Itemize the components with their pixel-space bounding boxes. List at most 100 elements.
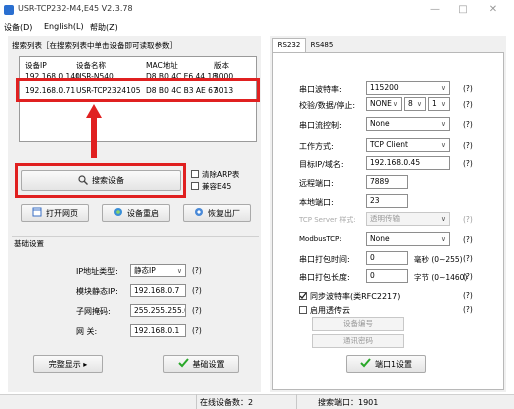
comm-password-field[interactable]: 通讯密码 bbox=[312, 334, 404, 348]
checkmark-icon bbox=[360, 358, 371, 370]
search-device-button[interactable]: 搜索设备 bbox=[21, 170, 181, 191]
window-title: USR-TCP232-M4,E45 V2.3.78 bbox=[18, 4, 133, 13]
web-page-icon bbox=[32, 207, 42, 219]
target-ip-field[interactable]: 192.168.0.45 bbox=[366, 156, 450, 170]
flow-control-select[interactable]: None ∨ bbox=[366, 117, 450, 131]
cloud-checkbox[interactable] bbox=[299, 306, 307, 314]
close-button[interactable]: ✕ bbox=[482, 3, 504, 17]
pack-length-help[interactable]: (?) bbox=[463, 272, 473, 281]
server-style-help[interactable]: (?) bbox=[463, 215, 473, 224]
reset-icon bbox=[194, 207, 204, 219]
menu-device[interactable]: 设备(D) bbox=[4, 22, 32, 33]
open-web-label: 打开网页 bbox=[46, 208, 78, 218]
gateway-field[interactable]: 192.168.0.1 bbox=[130, 324, 186, 337]
ip-type-select[interactable]: 静态IP ∨ bbox=[130, 264, 186, 277]
ip-type-help[interactable]: (?) bbox=[192, 266, 202, 275]
chevron-down-icon: ∨ bbox=[176, 267, 182, 275]
ip-type-value: 静态IP bbox=[134, 266, 156, 275]
pack-length-unit: 字节 (0~1460) bbox=[414, 273, 468, 282]
compat-e45-label: 兼容E45 bbox=[202, 182, 232, 191]
parity-select[interactable]: NONE ∨ bbox=[366, 97, 402, 111]
work-mode-help[interactable]: (?) bbox=[463, 141, 473, 150]
baud-rate-label: 串口波特率: bbox=[299, 85, 342, 94]
sync-baud-label: 同步波特率(类RFC2217) bbox=[310, 292, 401, 301]
pack-time-help[interactable]: (?) bbox=[463, 254, 473, 263]
search-button-label: 搜索设备 bbox=[92, 176, 124, 185]
sync-baud-help[interactable]: (?) bbox=[463, 291, 473, 300]
local-port-field[interactable]: 23 bbox=[366, 194, 408, 208]
subnet-mask-field[interactable]: 255.255.255.0 bbox=[130, 304, 186, 317]
modbus-help[interactable]: (?) bbox=[463, 235, 473, 244]
open-web-button[interactable]: 打开网页 bbox=[21, 204, 89, 222]
factory-reset-label: 恢复出厂 bbox=[208, 208, 240, 218]
menu-bar: 设备(D) English(L) 帮助(Z) bbox=[0, 22, 514, 34]
maximize-button[interactable]: □ bbox=[452, 3, 474, 17]
tab-rs485[interactable]: RS485 bbox=[306, 40, 338, 52]
target-ip-help[interactable]: (?) bbox=[463, 159, 473, 168]
gateway-help[interactable]: (?) bbox=[192, 326, 202, 335]
basic-group-divider bbox=[12, 236, 259, 237]
parity-label: 校验/数据/停止: bbox=[299, 101, 356, 110]
work-mode-label: 工作方式: bbox=[299, 142, 334, 151]
red-arrow-icon bbox=[86, 104, 102, 158]
online-count: 在线设备数：2 bbox=[200, 398, 254, 407]
work-mode-value: TCP Client bbox=[370, 140, 408, 149]
flow-control-value: None bbox=[370, 119, 390, 128]
basic-settings-group-label: 基础设置 bbox=[14, 238, 47, 249]
chevron-down-icon: ∨ bbox=[392, 100, 398, 108]
minimize-button[interactable]: — bbox=[424, 3, 446, 17]
stop-bits-select[interactable]: 1 ∨ bbox=[428, 97, 450, 111]
title-bar: USR-TCP232-M4,E45 V2.3.78 — □ ✕ bbox=[0, 0, 514, 22]
data-bits-select[interactable]: 8 ∨ bbox=[404, 97, 426, 111]
gateway-label: 网 关: bbox=[76, 327, 98, 336]
menu-help[interactable]: 帮助(Z) bbox=[90, 22, 118, 33]
remote-port-field[interactable]: 7889 bbox=[366, 175, 408, 189]
cloud-help[interactable]: (?) bbox=[463, 305, 473, 314]
pack-time-unit: 毫秒 (0~255) bbox=[414, 255, 463, 264]
static-ip-label: 模块静态IP: bbox=[76, 287, 118, 296]
status-bar bbox=[0, 394, 514, 409]
factory-reset-button[interactable]: 恢复出厂 bbox=[183, 204, 251, 222]
static-ip-help[interactable]: (?) bbox=[192, 286, 202, 295]
compat-e45-checkbox[interactable] bbox=[191, 182, 199, 190]
pack-length-field[interactable]: 0 bbox=[366, 269, 408, 283]
modbus-select[interactable]: None ∨ bbox=[366, 232, 450, 246]
clear-arp-label: 清除ARP表 bbox=[202, 170, 240, 179]
subnet-mask-help[interactable]: (?) bbox=[192, 306, 202, 315]
restart-icon bbox=[113, 207, 123, 219]
pack-time-field[interactable]: 0 bbox=[366, 251, 408, 265]
restart-label: 设备重启 bbox=[127, 208, 159, 218]
flow-control-help[interactable]: (?) bbox=[463, 120, 473, 129]
menu-english[interactable]: English(L) bbox=[44, 22, 84, 31]
baud-rate-value: 115200 bbox=[370, 83, 399, 92]
remote-port-label: 远程端口: bbox=[299, 179, 334, 188]
search-list-label: 搜索列表［在搜索列表中单击设备即可读取参数］ bbox=[12, 41, 177, 50]
search-port-status: 搜索端口：1901 bbox=[318, 398, 379, 407]
clear-arp-checkbox[interactable] bbox=[191, 170, 199, 178]
chevron-down-icon: ∨ bbox=[440, 141, 446, 149]
full-display-button[interactable]: 完整显示 ▸ bbox=[33, 355, 103, 373]
parity-value: NONE bbox=[370, 99, 392, 108]
baud-rate-select[interactable]: 115200 ∨ bbox=[366, 81, 450, 95]
row-highlight-box bbox=[16, 78, 260, 102]
modbus-label: ModbusTCP: bbox=[299, 235, 342, 243]
basic-settings-label: 基础设置 bbox=[192, 359, 225, 369]
server-style-value: 透明传输 bbox=[370, 214, 400, 223]
port-settings-button[interactable]: 端口1设置 bbox=[346, 355, 426, 373]
server-style-select[interactable]: 透明传输 ∨ bbox=[366, 212, 450, 226]
restart-device-button[interactable]: 设备重启 bbox=[102, 204, 170, 222]
tab-rs232[interactable]: RS232 bbox=[272, 38, 306, 52]
flow-control-label: 串口流控制: bbox=[299, 121, 342, 130]
static-ip-field[interactable]: 192.168.0.7 bbox=[130, 284, 186, 297]
device-number-field[interactable]: 设备编号 bbox=[312, 317, 404, 331]
baud-rate-help[interactable]: (?) bbox=[463, 84, 473, 93]
stop-bits-value: 1 bbox=[432, 99, 437, 108]
basic-settings-button[interactable]: 基础设置 bbox=[163, 355, 239, 373]
status-separator bbox=[296, 394, 297, 409]
checkmark-icon bbox=[299, 292, 307, 299]
data-bits-value: 8 bbox=[408, 99, 413, 108]
work-mode-select[interactable]: TCP Client ∨ bbox=[366, 138, 450, 152]
parity-help[interactable]: (?) bbox=[463, 100, 473, 109]
port-settings-label: 端口1设置 bbox=[374, 359, 413, 369]
sync-baud-checkbox[interactable] bbox=[299, 292, 307, 300]
